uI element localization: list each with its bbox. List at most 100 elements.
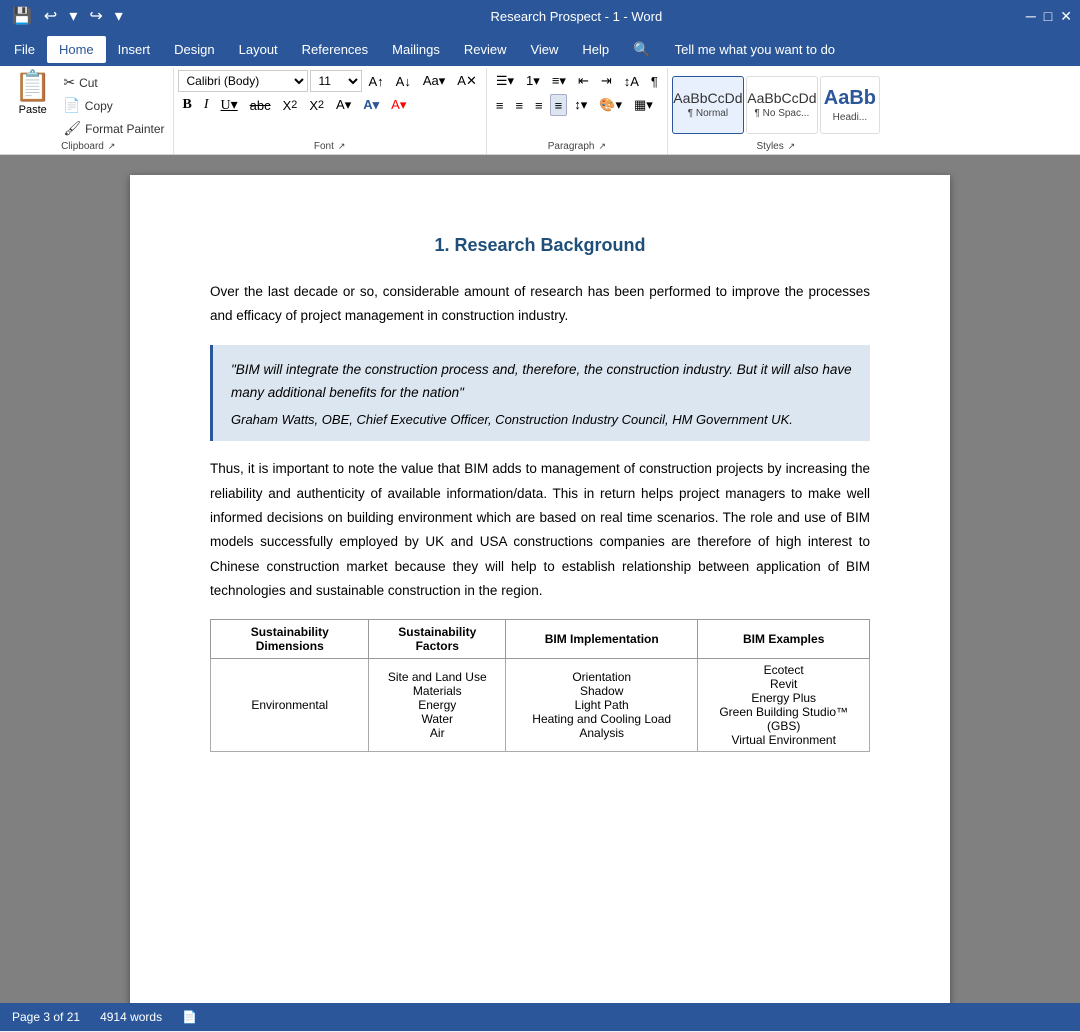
blockquote-text: "BIM will integrate the construction pro…	[231, 359, 852, 405]
style-nospace[interactable]: AaBbCcDd ¶ No Spac...	[746, 76, 818, 134]
menu-file[interactable]: File	[2, 36, 47, 63]
strikethrough-button[interactable]: abc	[245, 94, 276, 116]
table-cell-dimension: Environmental	[211, 659, 369, 752]
title-bar-left: 💾 ↩ ▾ ↪ ▾	[8, 4, 127, 28]
line-spacing-button[interactable]: ↕▾	[569, 94, 592, 116]
format-painter-label: Format Painter	[85, 122, 164, 136]
font-name-select[interactable]: Calibri (Body)	[178, 70, 308, 92]
doc-paragraph-1[interactable]: Over the last decade or so, considerable…	[210, 280, 870, 329]
menu-design[interactable]: Design	[162, 36, 226, 63]
font-row2: B I U▾ abc X2 X2 A▾ A▾ A▾	[178, 94, 412, 116]
font-group-label: Font ↗	[178, 139, 482, 154]
undo-icon[interactable]: ↩	[40, 4, 61, 28]
borders-button[interactable]: ▦▾	[629, 94, 658, 116]
status-icon[interactable]: 📄	[182, 1010, 197, 1024]
format-painter-button[interactable]: 🖌 Format Painter	[59, 118, 168, 139]
style-heading[interactable]: AaBb Headi...	[820, 76, 880, 134]
cut-label: Cut	[79, 76, 98, 90]
italic-button[interactable]: I	[199, 94, 214, 116]
align-right-button[interactable]: ≡	[530, 94, 548, 116]
shrink-font-button[interactable]: A↓	[391, 70, 416, 92]
copy-label: Copy	[85, 99, 113, 113]
paragraph-group: ☰▾ 1▾ ≡▾ ⇤ ⇥ ↕A ¶ ≡ ≡ ≡ ≡ ↕▾ 🎨▾ ▦▾ Parag…	[487, 68, 668, 154]
copy-button[interactable]: 📄 Copy	[59, 95, 168, 116]
menu-insert[interactable]: Insert	[106, 36, 163, 63]
doc-paragraph-2[interactable]: Thus, it is important to note the value …	[210, 457, 870, 603]
table-header-implementation: BIM Implementation	[506, 620, 698, 659]
font-size-select[interactable]: 11	[310, 70, 362, 92]
app-title: Research Prospect - 1 - Word	[490, 9, 662, 24]
paste-icon: 📋	[14, 72, 51, 102]
align-center-button[interactable]: ≡	[510, 94, 528, 116]
paragraph-content: ☰▾ 1▾ ≡▾ ⇤ ⇥ ↕A ¶ ≡ ≡ ≡ ≡ ↕▾ 🎨▾ ▦▾	[491, 70, 663, 139]
sort-button[interactable]: ↕A	[619, 70, 644, 92]
change-case-button[interactable]: Aa▾	[418, 70, 450, 92]
table-header-row: Sustainability Dimensions Sustainability…	[211, 620, 870, 659]
ribbon: 📋 Paste ✂ Cut 📄 Copy 🖌 Format Painter	[0, 66, 1080, 155]
maximize-icon[interactable]: □	[1044, 8, 1052, 24]
shading-button[interactable]: 🎨▾	[594, 94, 627, 116]
customize-icon[interactable]: ▾	[111, 4, 127, 28]
styles-content: AaBbCcDd ¶ Normal AaBbCcDd ¶ No Spac... …	[672, 70, 880, 139]
superscript-button[interactable]: X2	[304, 94, 329, 116]
text-highlight-button[interactable]: A▾	[331, 94, 356, 116]
page-info: Page 3 of 21	[12, 1010, 80, 1024]
paste-button[interactable]: 📋 Paste	[8, 70, 57, 118]
clipboard-expand-icon[interactable]: ↗	[108, 141, 116, 152]
format-painter-icon: 🖌	[63, 120, 81, 137]
show-formatting-button[interactable]: ¶	[646, 70, 663, 92]
window-controls: ─ □ ✕	[1026, 8, 1072, 25]
underline-button[interactable]: U▾	[216, 94, 243, 116]
menu-home[interactable]: Home	[47, 36, 106, 63]
table-row: Environmental Site and Land UseMaterials…	[211, 659, 870, 752]
copy-icon: 📄	[63, 97, 80, 114]
menu-tell-me[interactable]: Tell me what you want to do	[663, 36, 847, 63]
bullets-button[interactable]: ☰▾	[491, 70, 519, 92]
menu-search-icon[interactable]: 🔍	[621, 35, 662, 64]
subscript-button[interactable]: X2	[278, 94, 303, 116]
para-row1: ☰▾ 1▾ ≡▾ ⇤ ⇥ ↕A ¶	[491, 70, 663, 92]
align-left-button[interactable]: ≡	[491, 94, 509, 116]
decrease-indent-button[interactable]: ⇤	[573, 70, 594, 92]
menu-review[interactable]: Review	[452, 36, 519, 63]
table-header-factors: Sustainability Factors	[369, 620, 506, 659]
numbering-button[interactable]: 1▾	[521, 70, 545, 92]
table-cell-implementation: OrientationShadowLight PathHeating and C…	[506, 659, 698, 752]
blockquote-author: Graham Watts, OBE, Chief Executive Offic…	[231, 412, 852, 427]
table-header-dimensions: Sustainability Dimensions	[211, 620, 369, 659]
menu-mailings[interactable]: Mailings	[380, 36, 452, 63]
styles-group-label: Styles ↗	[672, 139, 880, 154]
multilevel-button[interactable]: ≡▾	[547, 70, 571, 92]
justify-button[interactable]: ≡	[550, 94, 568, 116]
paragraph-expand-icon[interactable]: ↗	[598, 141, 606, 152]
cut-icon: ✂	[63, 74, 75, 91]
sustainability-table: Sustainability Dimensions Sustainability…	[210, 619, 870, 752]
font-group: Calibri (Body) 11 A↑ A↓ Aa▾ A✕ B I U▾ ab…	[174, 68, 487, 154]
save-icon[interactable]: 💾	[8, 4, 36, 28]
style-normal-label: ¶ Normal	[688, 108, 728, 119]
grow-font-button[interactable]: A↑	[364, 70, 389, 92]
increase-indent-button[interactable]: ⇥	[596, 70, 617, 92]
styles-group: AaBbCcDd ¶ Normal AaBbCcDd ¶ No Spac... …	[668, 68, 884, 154]
menu-help[interactable]: Help	[570, 36, 621, 63]
redo-icon[interactable]: ↪	[85, 4, 106, 28]
cut-button[interactable]: ✂ Cut	[59, 72, 168, 93]
menu-layout[interactable]: Layout	[227, 36, 290, 63]
text-effect-button[interactable]: A▾	[358, 94, 384, 116]
para-row2: ≡ ≡ ≡ ≡ ↕▾ 🎨▾ ▦▾	[491, 94, 658, 116]
font-expand-icon[interactable]: ↗	[338, 141, 346, 152]
menu-view[interactable]: View	[518, 36, 570, 63]
styles-expand-icon[interactable]: ↗	[788, 141, 796, 152]
undo-dropdown-icon[interactable]: ▾	[65, 4, 81, 28]
word-count: 4914 words	[100, 1010, 162, 1024]
document-container: 1. Research Background Over the last dec…	[0, 155, 1080, 1003]
menu-bar: File Home Insert Design Layout Reference…	[0, 32, 1080, 66]
minimize-icon[interactable]: ─	[1026, 8, 1036, 24]
close-icon[interactable]: ✕	[1060, 8, 1072, 25]
style-normal[interactable]: AaBbCcDd ¶ Normal	[672, 76, 744, 134]
bold-button[interactable]: B	[178, 94, 197, 116]
clear-formatting-button[interactable]: A✕	[452, 70, 482, 92]
title-bar: 💾 ↩ ▾ ↪ ▾ Research Prospect - 1 - Word ─…	[0, 0, 1080, 32]
font-color-button[interactable]: A▾	[386, 94, 411, 116]
menu-references[interactable]: References	[290, 36, 380, 63]
